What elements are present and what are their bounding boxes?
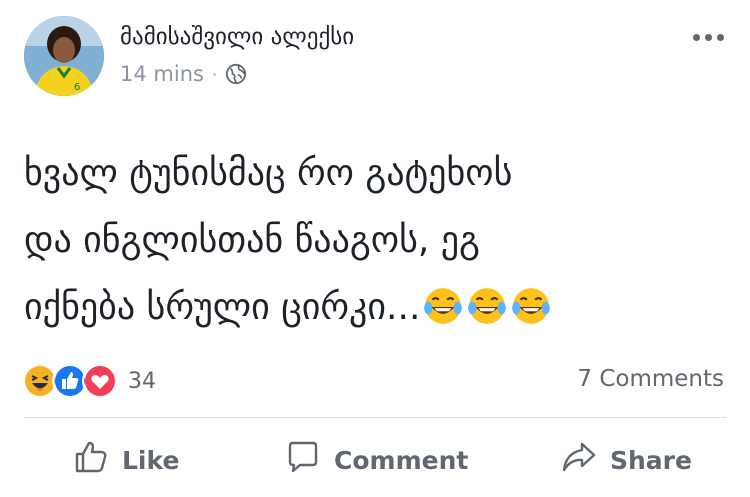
reactions-summary[interactable]: 34 — [22, 363, 156, 399]
post-text-line: და ინგლისთან წააგოს, ეგ — [24, 220, 480, 261]
post-text-line: იქნება სრული ცირკი... — [24, 274, 724, 341]
share-label: Share — [610, 445, 692, 475]
meta-separator: · — [211, 64, 218, 84]
facebook-post: 6 მამისაშვილი ალექსი 14 mins · ხვალ ტუნი… — [0, 0, 750, 497]
comment-label: Comment — [334, 445, 469, 475]
love-icon — [82, 363, 118, 399]
thumbs-up-icon — [72, 438, 110, 482]
post-text-line: ხვალ ტუნისმაც რო გატეხოს — [24, 153, 513, 194]
avatar[interactable]: 6 — [24, 16, 104, 96]
reaction-count: 34 — [128, 368, 156, 394]
more-dot-icon — [704, 33, 712, 41]
action-bar: Like Comment Share — [0, 430, 750, 490]
globe-icon[interactable] — [225, 63, 247, 85]
like-button[interactable]: Like — [72, 438, 179, 482]
more-dot-icon — [716, 33, 724, 41]
share-button[interactable]: Share — [560, 438, 692, 482]
post-time[interactable]: 14 mins — [120, 62, 204, 86]
face-with-tears-of-joy-icon — [422, 282, 464, 324]
divider — [24, 417, 726, 418]
face-with-tears-of-joy-icon — [510, 282, 552, 324]
svg-text:6: 6 — [74, 82, 80, 93]
post-meta: 14 mins · — [120, 62, 247, 86]
like-label: Like — [122, 445, 180, 475]
face-with-tears-of-joy-icon — [466, 282, 508, 324]
comment-button[interactable]: Comment — [284, 438, 468, 482]
post-text-line-content: იქნება სრული ცირკი... — [24, 287, 421, 328]
speech-bubble-icon — [284, 438, 322, 482]
more-dot-icon — [692, 33, 700, 41]
comments-count-link[interactable]: 7 Comments — [577, 366, 724, 392]
author-name[interactable]: მამისაშვილი ალექსი — [120, 24, 354, 50]
more-options-button[interactable] — [688, 22, 728, 52]
post-text: ხვალ ტუნისმაც რო გატეხოს და ინგლისთან წა… — [24, 140, 724, 341]
share-arrow-icon — [560, 438, 598, 482]
